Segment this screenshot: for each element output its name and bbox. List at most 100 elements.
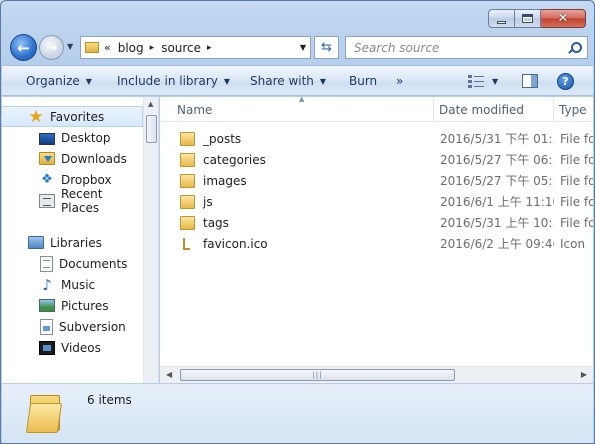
table-row[interactable]: _posts 2016/5/31 下午 01:... File fo (160, 128, 593, 149)
file-date: 2016/6/1 上午 11:10 (440, 195, 554, 209)
table-row[interactable]: images 2016/5/27 下午 05:... File fo (160, 170, 593, 191)
close-button[interactable]: ✕ (541, 9, 586, 28)
table-row[interactable]: tags 2016/5/31 上午 10:... File fo (160, 212, 593, 233)
search-box[interactable]: Search source (345, 36, 588, 59)
file-type: File fo (560, 194, 593, 209)
nav-item-recent-places[interactable]: Recent Places (2, 187, 143, 215)
nav-item-videos[interactable]: Videos (2, 337, 143, 358)
chevron-down-icon: ▼ (223, 76, 231, 86)
breadcrumb-separator[interactable]: ▸ (207, 43, 212, 53)
search-input[interactable]: Search source (354, 41, 439, 55)
search-icon[interactable] (567, 41, 582, 55)
refresh-icon: ⇆ (321, 40, 332, 55)
nav-label: Downloads (61, 151, 127, 166)
forward-button[interactable]: → (39, 35, 64, 60)
nav-item-music[interactable]: ♪ Music (2, 274, 143, 295)
folder-icon (180, 131, 195, 146)
table-row[interactable]: favicon.ico 2016/6/2 上午 09:46 Icon (160, 233, 593, 254)
pictures-icon (39, 299, 55, 312)
nav-item-downloads[interactable]: Downloads (2, 148, 143, 169)
nav-scroll-thumb[interactable] (146, 115, 157, 143)
nav-item-subversion[interactable]: Subversion (2, 316, 143, 337)
include-in-library-menu[interactable]: Include in library ▼ (117, 74, 230, 88)
file-list: ▲ Name Date modified Type _posts 2016/5/… (160, 95, 593, 383)
burn-button[interactable]: Burn (349, 74, 377, 88)
chevron-down-icon: ▼ (319, 76, 327, 86)
folder-icon (85, 42, 99, 53)
nav-item-libraries[interactable]: Libraries (2, 232, 143, 253)
nav-label: Pictures (61, 298, 109, 313)
recent-pages-dropdown[interactable]: ▼ (67, 42, 73, 51)
maximize-icon (522, 14, 533, 23)
file-name: js (203, 194, 213, 209)
address-overflow-chevron[interactable]: « (104, 41, 111, 54)
more-commands-button[interactable]: » (396, 74, 403, 88)
arrow-right-icon: → (45, 39, 58, 56)
videos-icon (39, 340, 55, 355)
details-pane: 6 items (2, 383, 593, 443)
preview-pane-icon[interactable] (522, 74, 538, 88)
address-bar[interactable]: « blog ▸ source ▸ ▼ (80, 36, 311, 59)
desktop-icon (39, 132, 55, 145)
nav-label: Subversion (59, 319, 126, 334)
share-with-label: Share with (250, 74, 314, 88)
horizontal-scroll-thumb[interactable]: ||| (180, 369, 455, 381)
column-date-modified[interactable]: Date modified (434, 97, 554, 122)
nav-item-pictures[interactable]: Pictures (2, 295, 143, 316)
file-name: categories (203, 152, 266, 167)
subversion-icon (40, 318, 53, 335)
column-name[interactable]: Name (172, 97, 434, 122)
command-bar: Organize ▼ Include in library ▼ Share with… (2, 65, 593, 96)
file-date: 2016/5/27 下午 05:... (440, 174, 554, 188)
column-type[interactable]: Type (554, 97, 593, 122)
breadcrumb-separator[interactable]: ▸ (150, 43, 155, 53)
view-options-dropdown[interactable]: ▼ (492, 77, 498, 86)
help-icon[interactable]: ? (557, 73, 574, 90)
music-icon: ♪ (42, 275, 52, 294)
folder-icon (180, 194, 195, 209)
table-row[interactable]: js 2016/6/1 上午 11:10 File fo (160, 191, 593, 212)
organize-label: Organize (26, 74, 80, 88)
scroll-right-icon[interactable]: ▶ (581, 370, 587, 379)
maximize-button[interactable] (515, 9, 541, 28)
minimize-button[interactable] (488, 9, 515, 28)
nav-label: Recent Places (61, 186, 103, 215)
table-row[interactable]: categories 2016/5/27 下午 06:... File fo (160, 149, 593, 170)
share-with-menu[interactable]: Share with ▼ (250, 74, 326, 88)
horizontal-scrollbar[interactable]: ◀ ||| ▶ (160, 366, 593, 383)
close-icon: ✕ (557, 11, 569, 26)
folder-icon (180, 215, 195, 230)
navigation-pane: ★ Favorites Desktop Downloads ❖ Dropbox … (2, 97, 159, 383)
file-name: images (203, 173, 247, 188)
change-view-icon[interactable] (468, 75, 484, 88)
file-date: 2016/5/31 下午 01:... (440, 132, 554, 146)
organize-menu[interactable]: Organize ▼ (26, 74, 92, 88)
refresh-button[interactable]: ⇆ (314, 36, 339, 59)
file-type: File fo (560, 152, 593, 167)
breadcrumb-source[interactable]: source (161, 41, 201, 55)
nav-label: Favorites (50, 109, 105, 124)
file-type: Icon (560, 236, 586, 251)
nav-item-documents[interactable]: Documents (2, 253, 143, 274)
breadcrumb-blog[interactable]: blog (118, 41, 144, 55)
address-dropdown-icon[interactable]: ▼ (300, 43, 306, 52)
file-name: tags (203, 215, 229, 230)
file-name: favicon.ico (203, 236, 268, 251)
scroll-up-icon[interactable]: ▲ (148, 100, 153, 108)
scroll-left-icon[interactable]: ◀ (166, 370, 172, 379)
back-button[interactable]: ← (10, 34, 37, 61)
chevron-down-icon: ▼ (85, 76, 92, 86)
nav-scrollbar[interactable]: ▲ (143, 97, 158, 383)
file-type: File fo (560, 131, 593, 146)
column-type-label: Type (559, 102, 587, 117)
arrow-left-icon: ← (17, 38, 30, 57)
column-name-label: Name (177, 102, 213, 117)
folder-icon (180, 173, 195, 188)
nav-item-desktop[interactable]: Desktop (2, 127, 143, 148)
item-count: 6 items (87, 393, 132, 407)
dropbox-icon: ❖ (41, 171, 53, 187)
nav-item-favorites[interactable]: ★ Favorites (2, 106, 143, 127)
folder-icon (180, 152, 195, 167)
file-date: 2016/6/2 上午 09:46 (440, 237, 554, 251)
minimize-icon (497, 20, 506, 24)
